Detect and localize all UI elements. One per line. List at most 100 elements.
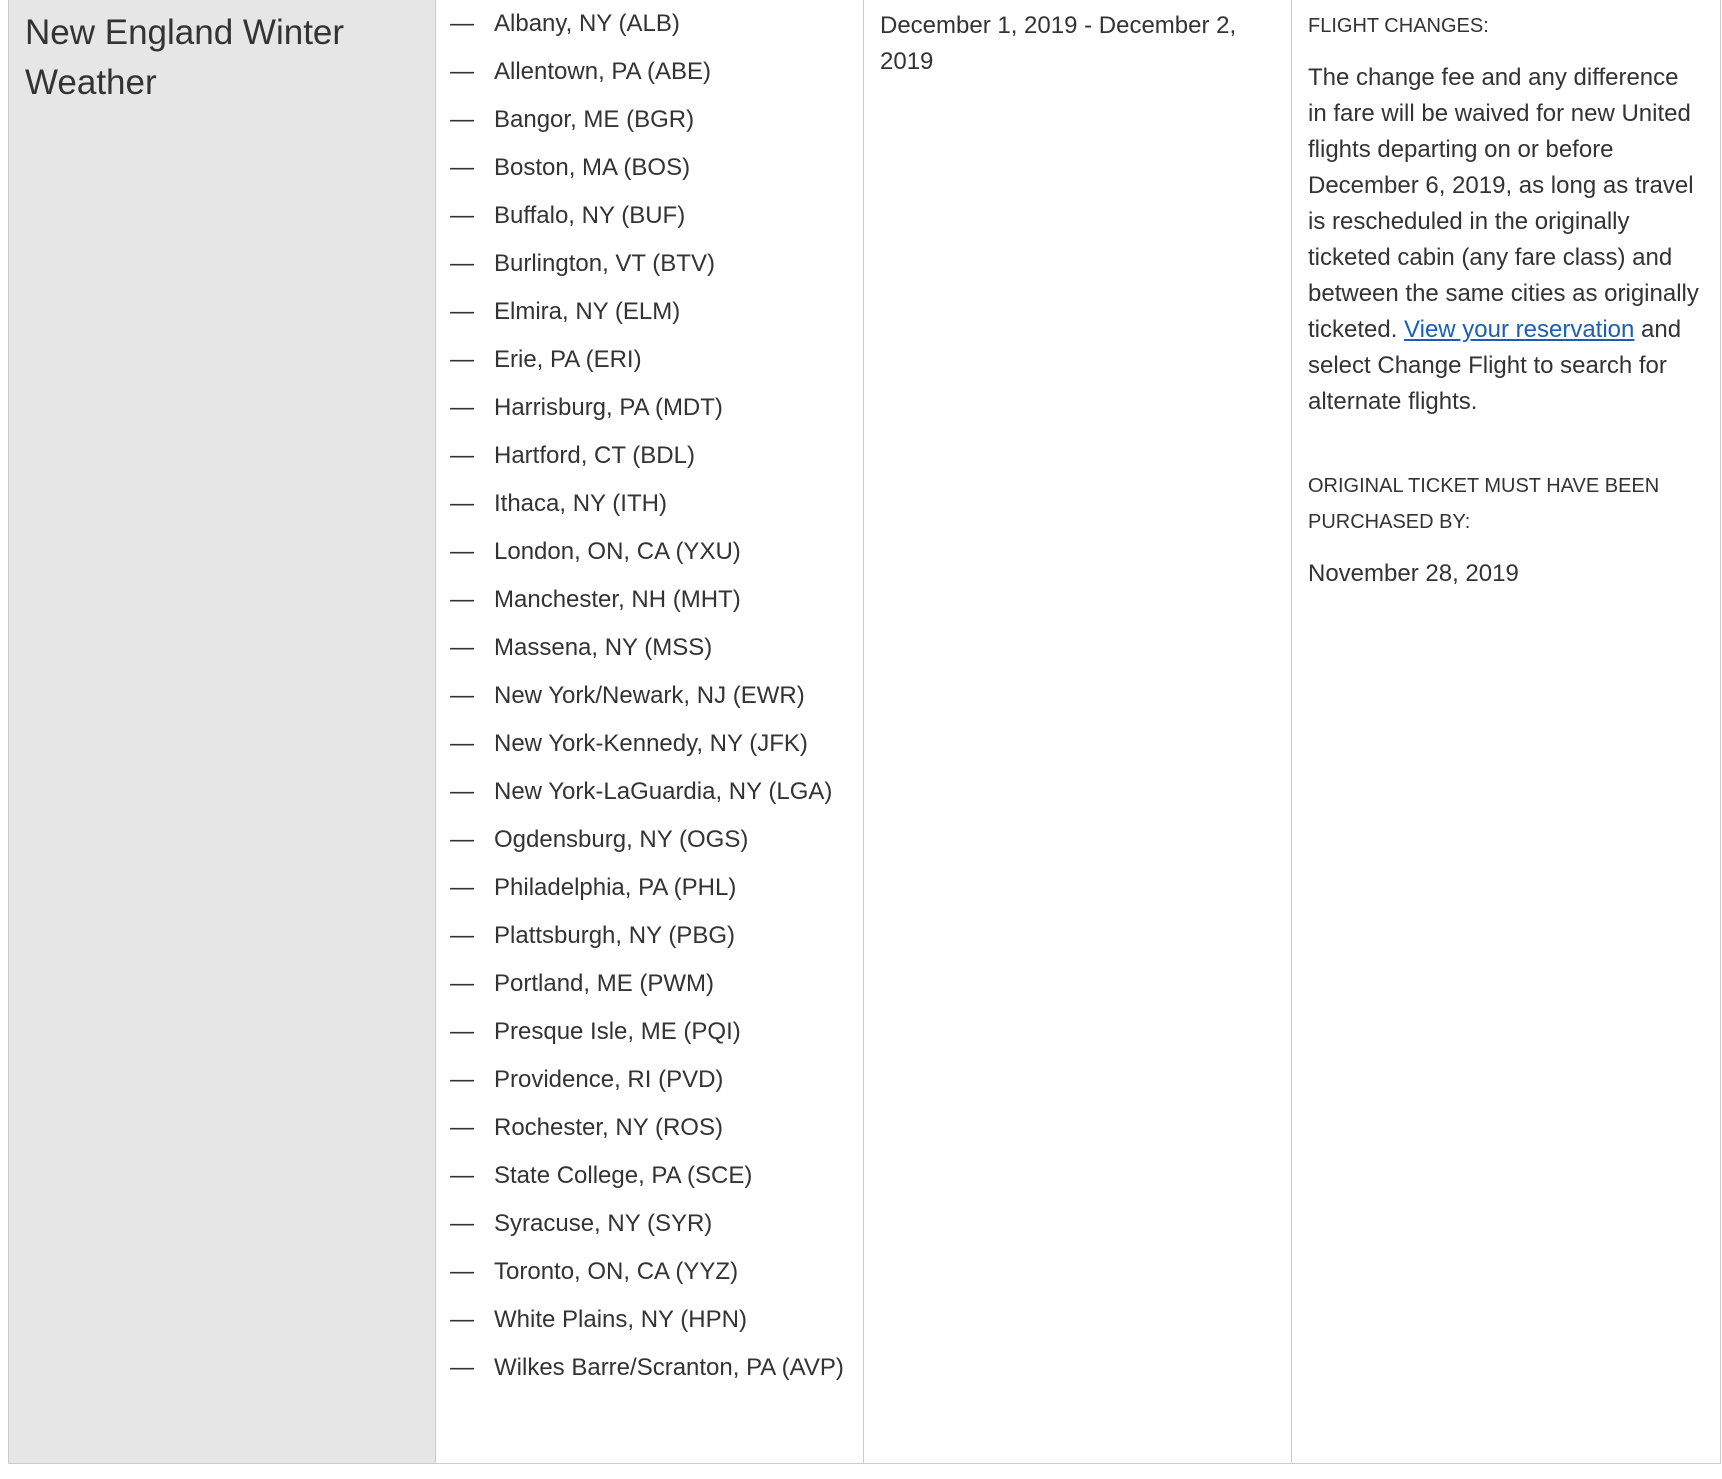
- airport-name: Hartford, CT (BDL): [494, 442, 695, 469]
- list-dash-marker: —: [450, 922, 474, 949]
- airport-list-item: — Bangor, ME (BGR): [450, 102, 853, 150]
- list-dash-marker: —: [450, 442, 474, 469]
- details-cell: FLIGHT CHANGES: The change fee and any d…: [1291, 0, 1721, 1464]
- purchase-deadline-date: November 28, 2019: [1308, 560, 1519, 587]
- airport-list: — Albany, NY (ALB) — Allentown, PA (ABE) — Ba…: [436, 0, 863, 1398]
- airport-name: Allentown, PA (ABE): [494, 58, 711, 85]
- airport-name: Harrisburg, PA (MDT): [494, 394, 723, 421]
- list-dash-marker: —: [450, 106, 474, 133]
- airport-list-item: — Albany, NY (ALB): [450, 6, 853, 54]
- list-dash-marker: —: [450, 346, 474, 373]
- airport-name: Ogdensburg, NY (OGS): [494, 826, 749, 853]
- airport-list-item: — Ogdensburg, NY (OGS): [450, 822, 853, 870]
- list-dash-marker: —: [450, 154, 474, 181]
- list-dash-marker: —: [450, 250, 474, 277]
- airport-list-item: — New York-Kennedy, NY (JFK): [450, 726, 853, 774]
- airport-list-item: — Ithaca, NY (ITH): [450, 486, 853, 534]
- event-title: New England Winter Weather: [25, 13, 345, 102]
- airport-list-item: — Allentown, PA (ABE): [450, 54, 853, 102]
- airport-name: Manchester, NH (MHT): [494, 586, 741, 613]
- airport-name: Albany, NY (ALB): [494, 10, 680, 37]
- airport-name: White Plains, NY (HPN): [494, 1306, 747, 1333]
- airport-list-item: — Buffalo, NY (BUF): [450, 198, 853, 246]
- list-dash-marker: —: [450, 1354, 474, 1381]
- airport-name: Syracuse, NY (SYR): [494, 1210, 713, 1237]
- list-dash-marker: —: [450, 826, 474, 853]
- list-dash-marker: —: [450, 1306, 474, 1333]
- airport-name: Rochester, NY (ROS): [494, 1114, 723, 1141]
- flight-changes-text-start: The change fee and any difference in far…: [1308, 64, 1699, 343]
- list-dash-marker: —: [450, 58, 474, 85]
- airport-list-item: — Manchester, NH (MHT): [450, 582, 853, 630]
- list-dash-marker: —: [450, 730, 474, 757]
- flight-changes-text: The change fee and any difference in far…: [1308, 60, 1702, 420]
- airport-name: Philadelphia, PA (PHL): [494, 874, 737, 901]
- list-dash-marker: —: [450, 1018, 474, 1045]
- airport-list-item: — Burlington, VT (BTV): [450, 246, 853, 294]
- airport-list-item: — Rochester, NY (ROS): [450, 1110, 853, 1158]
- airport-list-item: — Hartford, CT (BDL): [450, 438, 853, 486]
- airport-list-item: — New York-LaGuardia, NY (LGA): [450, 774, 853, 822]
- airport-name: Erie, PA (ERI): [494, 346, 642, 373]
- airport-name: New York-LaGuardia, NY (LGA): [494, 778, 833, 805]
- airport-list-item: — Toronto, ON, CA (YYZ): [450, 1254, 853, 1302]
- airport-name: London, ON, CA (YXU): [494, 538, 741, 565]
- list-dash-marker: —: [450, 10, 474, 37]
- view-reservation-link[interactable]: View your reservation: [1404, 316, 1634, 343]
- list-dash-marker: —: [450, 874, 474, 901]
- list-dash-marker: —: [450, 1162, 474, 1189]
- airport-list-item: — London, ON, CA (YXU): [450, 534, 853, 582]
- travel-dates-cell: December 1, 2019 - December 2, 2019: [863, 0, 1292, 1464]
- airport-name: Providence, RI (PVD): [494, 1066, 724, 1093]
- airport-list-item: — Wilkes Barre/Scranton, PA (AVP): [450, 1350, 853, 1398]
- list-dash-marker: —: [450, 1114, 474, 1141]
- airport-name: New York-Kennedy, NY (JFK): [494, 730, 808, 757]
- airport-list-item: — Elmira, NY (ELM): [450, 294, 853, 342]
- airport-list-item: — Harrisburg, PA (MDT): [450, 390, 853, 438]
- airport-name: Presque Isle, ME (PQI): [494, 1018, 741, 1045]
- airport-name: Boston, MA (BOS): [494, 154, 691, 181]
- travel-date-range: December 1, 2019 - December 2, 2019: [880, 12, 1237, 75]
- airport-name: Toronto, ON, CA (YYZ): [494, 1258, 739, 1285]
- list-dash-marker: —: [450, 1066, 474, 1093]
- details-content: FLIGHT CHANGES: The change fee and any d…: [1292, 0, 1720, 592]
- list-dash-marker: —: [450, 1258, 474, 1285]
- airport-name: Buffalo, NY (BUF): [494, 202, 686, 229]
- airport-name: Ithaca, NY (ITH): [494, 490, 667, 517]
- airport-list-item: — Plattsburgh, NY (PBG): [450, 918, 853, 966]
- airport-list-item: — Presque Isle, ME (PQI): [450, 1014, 853, 1062]
- airport-list-item: — Massena, NY (MSS): [450, 630, 853, 678]
- airport-name: Massena, NY (MSS): [494, 634, 713, 661]
- airport-name: Burlington, VT (BTV): [494, 250, 715, 277]
- airport-list-item: — White Plains, NY (HPN): [450, 1302, 853, 1350]
- airport-name: Elmira, NY (ELM): [494, 298, 681, 325]
- list-dash-marker: —: [450, 298, 474, 325]
- travel-advisory-table: New England Winter Weather — Albany, NY (…: [8, 0, 1721, 1464]
- airport-name: Wilkes Barre/Scranton, PA (AVP): [494, 1354, 844, 1381]
- purchase-deadline-heading: ORIGINAL TICKET MUST HAVE BEEN PURCHASED…: [1308, 475, 1660, 533]
- list-dash-marker: —: [450, 586, 474, 613]
- airport-name: Bangor, ME (BGR): [494, 106, 695, 133]
- list-dash-marker: —: [450, 1210, 474, 1237]
- list-dash-marker: —: [450, 394, 474, 421]
- airport-list-item: — State College, PA (SCE): [450, 1158, 853, 1206]
- airport-list-item: — Erie, PA (ERI): [450, 342, 853, 390]
- airport-name: Plattsburgh, NY (PBG): [494, 922, 735, 949]
- airport-list-item: — Portland, ME (PWM): [450, 966, 853, 1014]
- advisory-row: New England Winter Weather — Albany, NY (…: [8, 0, 1721, 1464]
- list-dash-marker: —: [450, 682, 474, 709]
- airport-list-item: — Philadelphia, PA (PHL): [450, 870, 853, 918]
- airports-cell: — Albany, NY (ALB) — Allentown, PA (ABE) — Ba…: [435, 0, 864, 1464]
- list-dash-marker: —: [450, 778, 474, 805]
- list-dash-marker: —: [450, 202, 474, 229]
- airport-name: State College, PA (SCE): [494, 1162, 753, 1189]
- airport-list-item: — Boston, MA (BOS): [450, 150, 853, 198]
- event-cell: New England Winter Weather: [8, 0, 436, 1464]
- list-dash-marker: —: [450, 490, 474, 517]
- airport-name: New York/Newark, NJ (EWR): [494, 682, 805, 709]
- airport-name: Portland, ME (PWM): [494, 970, 715, 997]
- airport-list-item: — Syracuse, NY (SYR): [450, 1206, 853, 1254]
- flight-changes-heading: FLIGHT CHANGES:: [1308, 15, 1489, 37]
- list-dash-marker: —: [450, 538, 474, 565]
- airport-list-item: — New York/Newark, NJ (EWR): [450, 678, 853, 726]
